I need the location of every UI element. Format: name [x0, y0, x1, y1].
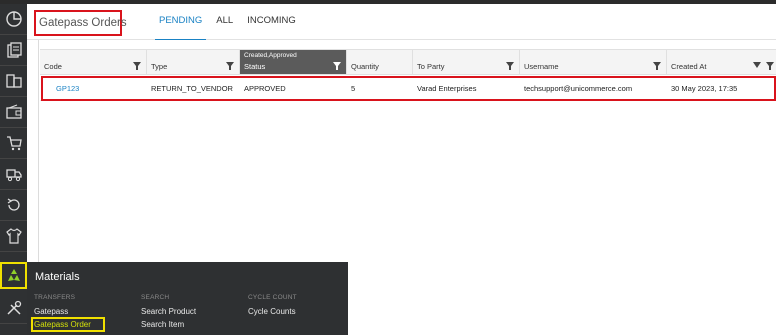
- page-title-box: Gatepass Orders: [34, 10, 127, 36]
- tools-icon[interactable]: [0, 293, 27, 324]
- column-header-quantity[interactable]: Quantity: [347, 50, 413, 74]
- tab-pending[interactable]: PENDING: [152, 4, 209, 41]
- sort-icon[interactable]: [753, 62, 761, 70]
- section-heading-cycle-count: CYCLE COUNT: [248, 294, 297, 301]
- filter-icon[interactable]: [226, 62, 234, 70]
- menu-item-gatepass[interactable]: Gatepass: [34, 307, 68, 316]
- materials-menu: Materials TRANSFERS Gatepass Gatepass Or…: [27, 262, 348, 335]
- column-header-created-at[interactable]: Created At: [667, 50, 776, 74]
- products-icon[interactable]: [0, 66, 27, 97]
- dashboard-icon[interactable]: [0, 4, 27, 35]
- page-header: Gatepass Orders PENDING ALL INCOMING: [27, 4, 776, 41]
- selected-item-highlight: [31, 317, 105, 332]
- menu-item-cycle-counts[interactable]: Cycle Counts: [248, 307, 296, 316]
- column-header-status[interactable]: Created,Approved Status: [240, 50, 347, 74]
- wallet-icon[interactable]: [0, 97, 27, 128]
- menu-item-search-item[interactable]: Search Item: [141, 320, 184, 329]
- column-header-username[interactable]: Username: [520, 50, 667, 74]
- returns-icon[interactable]: [0, 190, 27, 221]
- column-header-type[interactable]: Type: [147, 50, 240, 74]
- filter-icon[interactable]: [133, 62, 141, 70]
- menu-item-search-product[interactable]: Search Product: [141, 307, 196, 316]
- column-header-code[interactable]: Code: [40, 50, 147, 74]
- truck-icon[interactable]: [0, 159, 27, 190]
- tab-incoming[interactable]: INCOMING: [240, 4, 303, 40]
- tab-bar: PENDING ALL INCOMING: [152, 4, 303, 41]
- cart-icon[interactable]: [0, 128, 27, 159]
- section-heading-transfers: TRANSFERS: [34, 294, 76, 301]
- filter-icon[interactable]: [653, 62, 661, 70]
- column-header-to-party[interactable]: To Party: [413, 50, 520, 74]
- row-highlight: [41, 76, 776, 101]
- section-heading-search: SEARCH: [141, 294, 170, 301]
- filter-icon[interactable]: [766, 62, 774, 70]
- filter-icon[interactable]: [333, 62, 341, 70]
- materials-icon[interactable]: [0, 262, 27, 289]
- orders-icon[interactable]: [0, 35, 27, 66]
- page-title: Gatepass Orders: [39, 17, 127, 29]
- shirt-icon[interactable]: [0, 221, 27, 252]
- filter-icon[interactable]: [506, 62, 514, 70]
- table-header: Code Type Created,Approved Status Quanti…: [40, 49, 776, 75]
- materials-menu-title: Materials: [35, 271, 80, 283]
- tab-all[interactable]: ALL: [209, 4, 240, 40]
